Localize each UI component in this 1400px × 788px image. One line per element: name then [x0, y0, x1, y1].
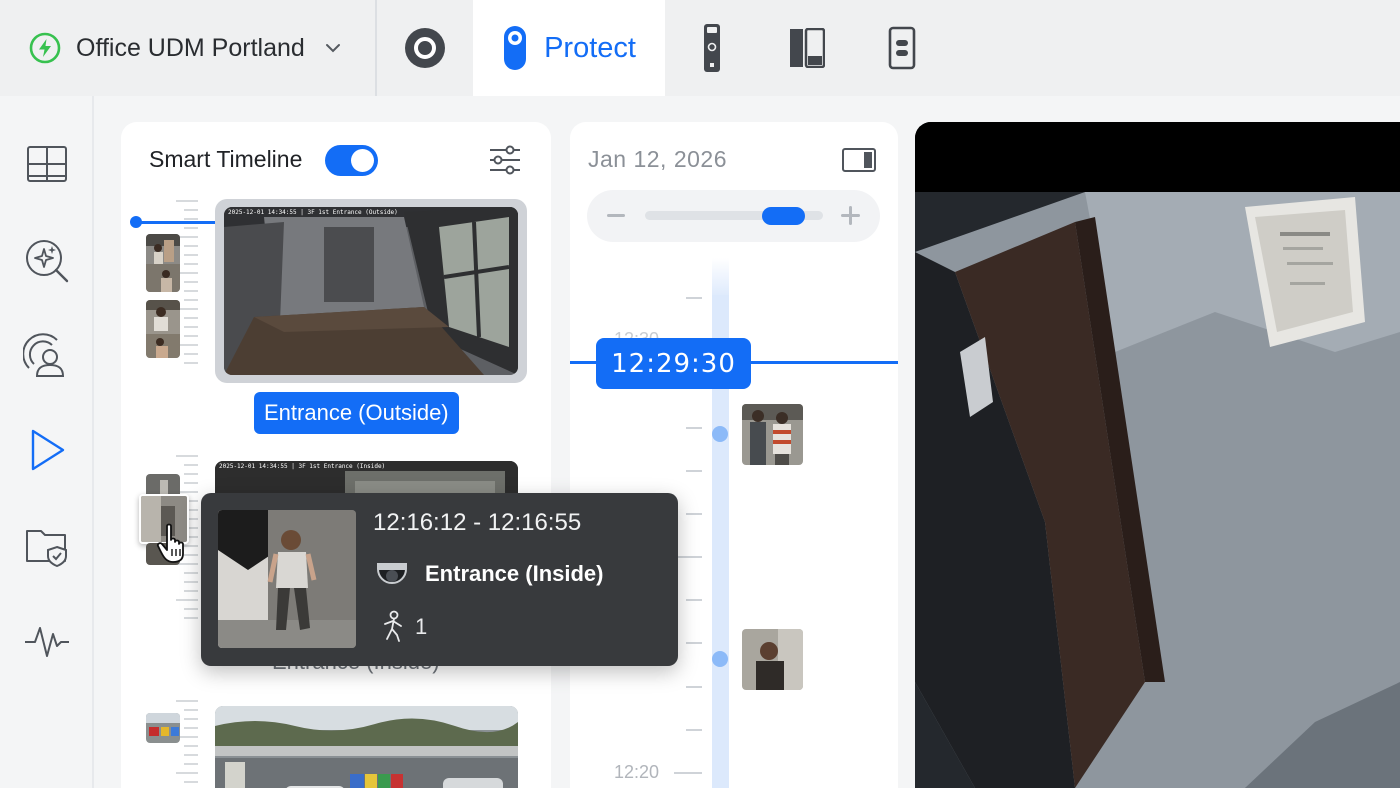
sidebar-item-ai-insights[interactable]: [21, 234, 73, 286]
timeline-date[interactable]: Jan 12, 2026: [588, 146, 727, 173]
timeline-event-thumbnail[interactable]: [742, 629, 803, 690]
tooltip-person-count: 1: [415, 614, 428, 639]
shield-folder-icon: [26, 530, 67, 567]
timeline-tick: [686, 686, 702, 688]
app-network[interactable]: [401, 24, 449, 72]
event-thumbnail[interactable]: [146, 234, 180, 292]
camera-card-parking[interactable]: [215, 706, 518, 788]
tab-protect-label: Protect: [544, 31, 636, 64]
zoom-out-icon[interactable]: [607, 214, 625, 217]
camera-card-entrance-outside[interactable]: 2025-12-01 14:34:55 | 3F 1st Entrance (O…: [224, 207, 518, 375]
connect-icon: [790, 28, 825, 68]
timeline-tick: [686, 729, 702, 731]
access-icon: [704, 24, 720, 72]
app-connect[interactable]: [783, 24, 831, 72]
timeline-tick: [674, 772, 702, 774]
person-snapshot: [218, 510, 356, 648]
timeline-time-label: 12:20: [614, 762, 660, 782]
app-access[interactable]: [688, 24, 736, 72]
filter-sliders-icon[interactable]: [488, 143, 522, 177]
timeline-tick: [686, 642, 702, 644]
tab-protect[interactable]: Protect: [473, 0, 665, 96]
sidebar-item-dashboard[interactable]: [21, 138, 73, 190]
site-name: Office UDM Portland: [76, 33, 305, 62]
person-snapshot: [146, 234, 180, 292]
app-talk[interactable]: [878, 24, 926, 72]
person-snapshot: [141, 496, 187, 542]
smart-timeline-label: Smart Timeline: [149, 146, 303, 172]
person-snapshot: [146, 543, 180, 565]
timeline-tick: [686, 599, 702, 601]
toggle-knob: [351, 149, 374, 172]
dome-camera-icon: [376, 563, 408, 584]
ai-search-icon: [26, 240, 69, 283]
sidebar-item-alarm-manager[interactable]: [21, 614, 73, 666]
current-time-dot: [130, 216, 142, 228]
people-snapshot: [742, 404, 803, 465]
parking-lot-snapshot: [215, 706, 518, 788]
camera-label-entrance-outside[interactable]: Entrance (Outside): [254, 392, 459, 434]
timeline-event-thumbnail[interactable]: [742, 404, 803, 465]
timeline-tick: [686, 427, 702, 429]
top-bar: Office UDM Portland Protect: [0, 0, 1400, 96]
protect-icon: [504, 26, 527, 70]
sidebar-item-timelapse[interactable]: [21, 424, 73, 476]
camera-osd: 2025-12-01 14:34:55 | 3F 1st Entrance (I…: [219, 463, 386, 470]
timeline-tick: [686, 470, 702, 472]
sidebar-item-recordings[interactable]: [21, 520, 73, 572]
talk-icon: [888, 26, 916, 70]
person-detection-icon: [23, 333, 65, 377]
timeline-track-fade: [712, 258, 729, 298]
activity-pulse-icon: [25, 627, 69, 657]
timeline-tick: [678, 556, 702, 558]
playhead-time-badge[interactable]: 12:29:30: [596, 338, 751, 389]
chevron-down-icon: [325, 44, 340, 53]
panel-layout-icon[interactable]: [841, 146, 877, 174]
timeline-event-dot[interactable]: [712, 426, 728, 442]
timeline-event-dot[interactable]: [712, 651, 728, 667]
tooltip-time-range: 12:16:12 - 12:16:55: [373, 509, 582, 536]
person-walking-icon: [384, 610, 402, 642]
person-snapshot: [146, 300, 180, 358]
video-player[interactable]: [915, 122, 1400, 788]
entrance-outside-snapshot: [224, 207, 518, 375]
event-thumbnail[interactable]: [146, 713, 180, 743]
event-thumbnail-hovered[interactable]: [139, 494, 189, 544]
smart-timeline-toggle[interactable]: [325, 145, 378, 176]
timeline-tick: [686, 513, 702, 515]
play-icon: [31, 429, 65, 471]
timeline-tick: [686, 297, 702, 299]
sidebar-item-detections[interactable]: [21, 330, 73, 382]
dashboard-grid-icon: [27, 146, 67, 182]
car-snapshot: [146, 713, 180, 743]
tooltip-camera-name: Entrance (Inside): [425, 561, 604, 586]
network-icon: [405, 28, 445, 68]
person-snapshot: [742, 629, 803, 690]
camera-osd: 2025-12-01 14:34:55 | 3F 1st Entrance (O…: [228, 209, 398, 216]
live-video-frame: [915, 122, 1400, 788]
power-bolt-icon: [29, 32, 61, 64]
zoom-in-button[interactable]: [836, 200, 866, 230]
topbar-divider: [375, 0, 377, 96]
current-time-line: [136, 221, 216, 224]
event-tooltip: 12:16:12 - 12:16:55 Entrance (Inside) 1: [201, 493, 678, 666]
tooltip-thumbnail: [218, 510, 356, 648]
site-selector[interactable]: Office UDM Portland: [28, 28, 343, 68]
event-thumbnail[interactable]: [146, 543, 180, 565]
event-thumbnail[interactable]: [146, 300, 180, 358]
zoom-slider-thumb[interactable]: [762, 207, 805, 225]
